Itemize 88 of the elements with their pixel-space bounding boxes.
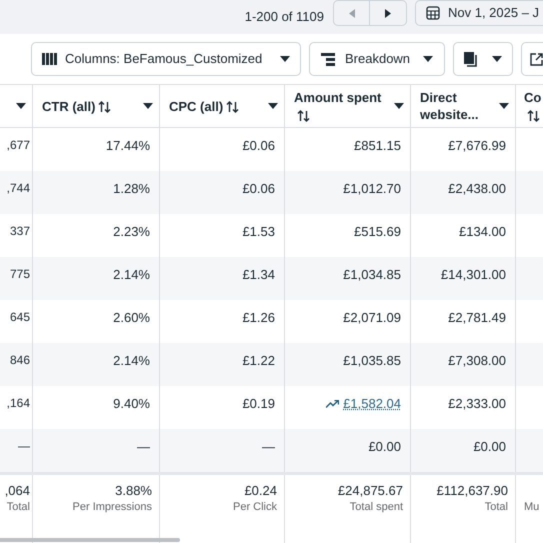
export-icon xyxy=(530,52,543,66)
table-cell-text: ,164 xyxy=(6,395,30,412)
table-cell-text: £1,035.85 xyxy=(343,352,401,370)
columns-icon xyxy=(42,53,57,65)
table-cell-text: 2.60% xyxy=(113,309,150,327)
table-cell-text: 775 xyxy=(10,266,30,283)
total-label: Total xyxy=(6,500,30,515)
columns-button[interactable]: Columns: BeFamous_Customized xyxy=(31,42,301,76)
column-title: Amount spent xyxy=(294,90,382,105)
calendar-icon xyxy=(426,6,440,20)
table-cell-text: £851.15 xyxy=(354,137,401,155)
total-label: Per Impressions xyxy=(72,500,152,515)
date-range-button[interactable]: Nov 1, 2025 – J xyxy=(415,0,543,26)
column-header[interactable]: Co xyxy=(516,85,543,127)
total-value: £112,637.90 xyxy=(436,482,508,499)
table-cell-text: £1,034.85 xyxy=(343,266,401,284)
table-cell-text: £7,676.99 xyxy=(448,137,506,155)
table-cell-text: 17.44% xyxy=(106,137,150,155)
column-header[interactable]: Direct website... xyxy=(411,85,516,127)
caret-icon xyxy=(499,103,509,109)
sort-icon[interactable] xyxy=(226,101,240,114)
caret-icon xyxy=(16,103,26,109)
table-cell-text: 2.14% xyxy=(113,352,150,370)
caret-icon xyxy=(280,56,290,62)
table-cell-text: 2.23% xyxy=(113,223,150,241)
table-cell-text: £1.26 xyxy=(242,309,275,327)
caret-icon xyxy=(394,103,404,109)
total-value: 3.88% xyxy=(115,482,152,499)
table-cell-text: £2,781.49 xyxy=(448,309,506,327)
total-value: ,064 xyxy=(4,482,30,499)
table-cell-text: £1.34 xyxy=(242,266,275,284)
caret-icon xyxy=(492,56,502,62)
column-title: Direct website... xyxy=(420,90,479,122)
breakdown-icon xyxy=(321,52,335,66)
column-title: CTR (all) xyxy=(42,98,96,114)
stacked-pages-icon xyxy=(464,52,478,66)
breakdown-button[interactable]: Breakdown xyxy=(309,42,445,76)
column-title: CPC (all) xyxy=(169,98,224,114)
table-cell-text: £1,012.70 xyxy=(343,180,401,198)
column-header[interactable]: Amount spent xyxy=(285,85,411,127)
table-cell-text: — xyxy=(262,438,275,456)
table-cell-text: — xyxy=(137,438,150,456)
total-value: £0.24 xyxy=(244,482,277,499)
table-cell-text: £7,308.00 xyxy=(448,352,506,370)
table-cell-text: £2,333.00 xyxy=(448,395,506,413)
table-cell-text: £2,438.00 xyxy=(448,180,506,198)
table-cell-text: £0.00 xyxy=(473,438,506,456)
table-cell-text: ,744 xyxy=(6,180,30,197)
table-cell-text: £0.00 xyxy=(368,438,401,456)
table-cell-text: £0.06 xyxy=(242,137,275,155)
next-page-button[interactable] xyxy=(370,0,407,26)
table-cell-text: — xyxy=(18,438,30,455)
total-label: Total spent xyxy=(350,500,403,515)
pagination-range: 1-200 of 1109 xyxy=(244,8,324,26)
sort-icon[interactable] xyxy=(297,110,310,122)
amount-link[interactable]: £1,582.04 xyxy=(343,394,401,414)
table-cell-text: £14,301.00 xyxy=(440,266,506,284)
total-value: £24,875.67 xyxy=(338,482,403,499)
table-cell-text: £515.69 xyxy=(354,223,401,241)
table-cell-text: ,677 xyxy=(6,137,30,154)
table-cell-text: 337 xyxy=(10,223,30,240)
table-cell-text: £0.19 xyxy=(242,395,275,413)
table-cell-text: £134.00 xyxy=(459,223,506,241)
table-cell-text: 645 xyxy=(10,309,30,326)
horizontal-scrollbar[interactable] xyxy=(0,538,180,542)
total-label: Total xyxy=(484,500,508,515)
table-cell-text: £0.06 xyxy=(242,180,275,198)
table-cell-text: 846 xyxy=(10,352,30,369)
sort-icon[interactable] xyxy=(98,101,112,114)
column-header[interactable]: CTR (all) xyxy=(33,85,160,127)
caret-icon xyxy=(268,103,278,109)
column-header[interactable]: CPC (all) xyxy=(160,85,285,127)
caret-icon xyxy=(143,103,153,109)
table-cell-text: 1.28% xyxy=(113,180,150,198)
table-cell-text: 9.40% xyxy=(113,395,150,413)
table-cell-text: £1.53 xyxy=(242,223,275,241)
table-cell-text: £1.22 xyxy=(242,352,275,370)
total-label: Per Click xyxy=(232,500,277,515)
total-label: Mu xyxy=(524,500,540,515)
table-cell-text: £2,071.09 xyxy=(343,309,401,327)
reports-button[interactable] xyxy=(453,42,513,76)
trend-up-icon xyxy=(326,400,340,408)
right-triangle-icon xyxy=(385,8,391,18)
sort-icon[interactable] xyxy=(527,110,540,122)
table-cell-text: 2.14% xyxy=(113,266,150,284)
left-triangle-icon xyxy=(348,8,354,18)
column-title: Co xyxy=(524,90,542,105)
caret-icon xyxy=(423,56,433,62)
